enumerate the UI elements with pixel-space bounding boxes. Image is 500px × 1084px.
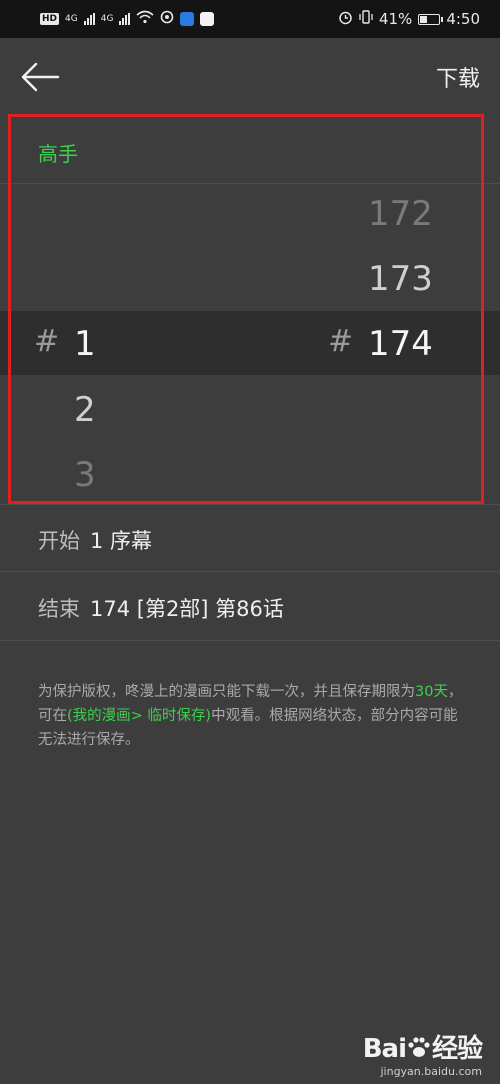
shield-app-icon xyxy=(180,12,195,26)
alarm-icon xyxy=(338,10,353,29)
network-type-2: 4G xyxy=(100,14,114,24)
divider xyxy=(0,640,500,641)
status-bar-right: 41% 4:50 xyxy=(338,10,480,29)
notice-location-link[interactable]: (我的漫画> 临时保存) xyxy=(67,708,211,724)
clock-time: 4:50 xyxy=(446,10,480,28)
start-hash-symbol: # xyxy=(34,324,60,359)
top-app-bar: 下载 xyxy=(0,38,500,116)
battery-icon xyxy=(418,13,444,25)
divider xyxy=(0,183,500,184)
end-episode-row: 结束 174 [第2部] 第86话 xyxy=(38,593,284,623)
vibrate-icon xyxy=(359,10,373,28)
start-label: 开始 xyxy=(38,529,80,553)
end-option-174[interactable]: 174 xyxy=(368,324,433,364)
end-value: 174 [第2部] 第86话 xyxy=(90,597,284,621)
start-episode-row: 开始 1 序幕 xyxy=(38,525,152,555)
status-bar-left: HD 4G 4G xyxy=(40,10,215,28)
watermark-brand-left: Bai xyxy=(362,1034,407,1064)
end-option-172[interactable]: 172 xyxy=(368,194,433,234)
start-option-1[interactable]: 1 xyxy=(74,324,96,364)
start-option-3[interactable]: 3 xyxy=(74,455,96,495)
battery-fill xyxy=(420,15,428,23)
battery-percent: 41% xyxy=(378,10,413,28)
back-button[interactable] xyxy=(20,55,64,99)
copyright-notice: 为保护版权，咚漫上的漫画只能下载一次，并且保存期限为30天，可在(我的漫画> 临… xyxy=(38,680,468,752)
notice-days: 30天 xyxy=(415,684,448,700)
divider xyxy=(0,504,500,505)
notice-text-1: 为保护版权，咚漫上的漫画只能下载一次，并且保存期限为 xyxy=(38,684,415,700)
paw-icon xyxy=(408,1037,430,1057)
start-value: 1 序幕 xyxy=(90,529,153,553)
watermark-brand-right: 经验 xyxy=(431,1034,483,1064)
end-label: 结束 xyxy=(38,597,80,621)
wifi-icon xyxy=(136,10,154,28)
network-type-1: 4G xyxy=(65,14,78,24)
signal-icon-2 xyxy=(119,13,131,25)
highlight-annotation-box xyxy=(8,114,484,504)
baidu-jingyan-watermark: Bai 经验 jingyan.baidu.com xyxy=(362,1028,483,1078)
signal-icon xyxy=(83,13,95,25)
download-button[interactable]: 下载 xyxy=(436,61,480,93)
arrow-left-icon xyxy=(21,62,60,92)
divider xyxy=(0,571,500,572)
map-app-icon xyxy=(200,12,215,26)
watermark-url: jingyan.baidu.com xyxy=(380,1065,482,1078)
sync-icon xyxy=(160,10,174,28)
hd-badge: HD xyxy=(40,13,60,25)
start-option-2[interactable]: 2 xyxy=(74,390,96,430)
end-hash-symbol: # xyxy=(328,324,354,359)
end-option-173[interactable]: 173 xyxy=(368,259,433,299)
status-bar: HD 4G 4G 41% 4:50 xyxy=(0,0,500,38)
watermark-logo: Bai 经验 xyxy=(362,1028,483,1065)
comic-title: 高手 xyxy=(38,142,78,166)
